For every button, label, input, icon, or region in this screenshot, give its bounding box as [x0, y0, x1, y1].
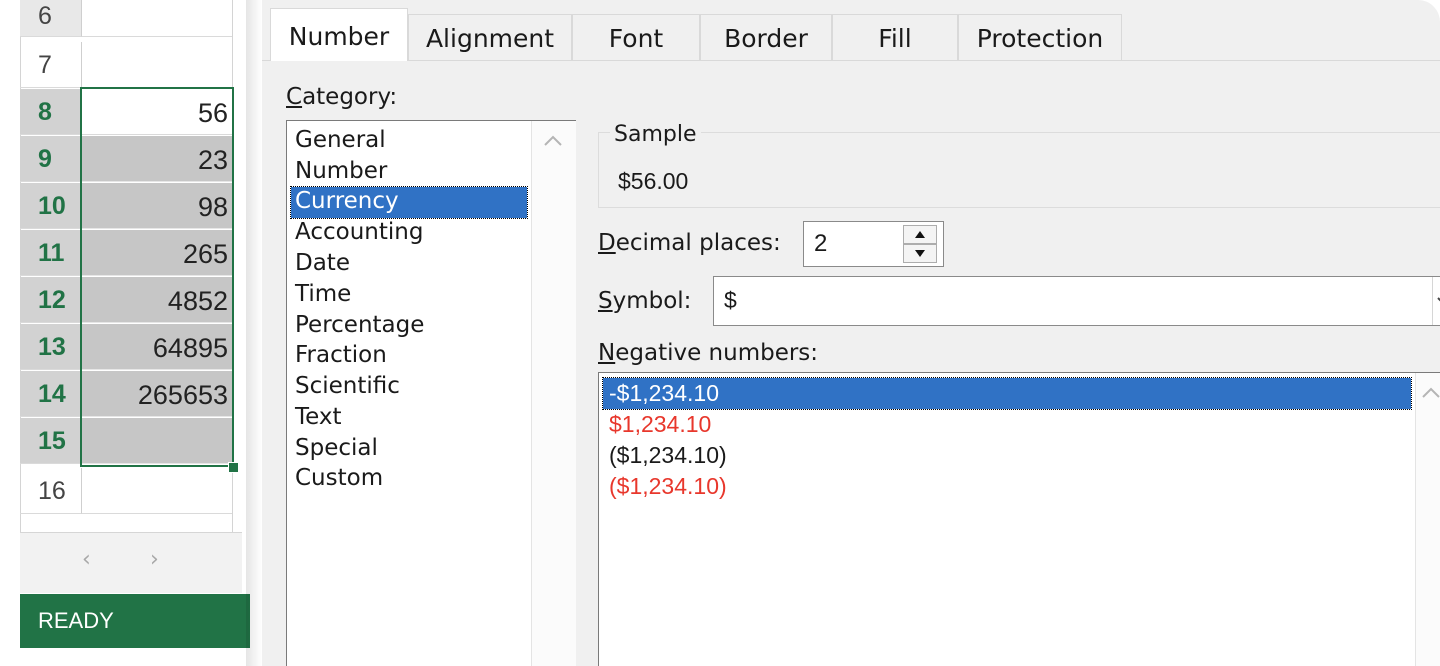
- sample-group: [598, 132, 1440, 208]
- panel-shadow: [246, 0, 262, 666]
- symbol-label: Symbol:: [598, 288, 691, 314]
- category-item-custom[interactable]: Custom: [291, 464, 527, 495]
- category-item-scientific[interactable]: Scientific: [291, 372, 527, 403]
- spin-down-icon[interactable]: [903, 244, 937, 263]
- symbol-label-text: ymbol:: [612, 288, 692, 314]
- scroll-right-icon[interactable]: ›: [150, 547, 159, 572]
- decimal-places-stepper[interactable]: 2: [803, 221, 944, 267]
- selection-border: [80, 87, 234, 467]
- spin-up-icon[interactable]: [903, 225, 937, 244]
- row-header-14[interactable]: 14: [20, 371, 82, 417]
- row-header-10[interactable]: 10: [20, 183, 82, 229]
- negative-numbers-list[interactable]: -$1,234.10 $1,234.10 ($1,234.10) ($1,234…: [598, 372, 1440, 666]
- row-header-9[interactable]: 9: [20, 136, 82, 182]
- row-header-7[interactable]: 7: [20, 42, 82, 88]
- negative-numbers-label-text: egative numbers:: [615, 340, 819, 366]
- category-item-general[interactable]: General: [291, 126, 527, 157]
- negative-numbers-label: Negative numbers:: [598, 340, 818, 366]
- sample-label: Sample: [610, 122, 701, 147]
- category-item-accounting[interactable]: Accounting: [291, 218, 527, 249]
- format-cells-dialog: Number Alignment Font Border Fill Protec…: [262, 0, 1440, 666]
- category-item-special[interactable]: Special: [291, 434, 527, 465]
- spreadsheet-panel: 6 7 8 56 9 23 10 98 11 265 12 4852 13 64…: [0, 0, 262, 666]
- tab-protection[interactable]: Protection: [958, 14, 1122, 60]
- negative-numbers-scrollbar[interactable]: [1415, 373, 1440, 666]
- category-label-accesskey: C: [286, 84, 303, 110]
- category-item-date[interactable]: Date: [291, 249, 527, 280]
- tab-border[interactable]: Border: [700, 14, 832, 60]
- category-item-percentage[interactable]: Percentage: [291, 311, 527, 342]
- decimal-places-label: Decimal places:: [598, 230, 781, 256]
- horizontal-scrollbar[interactable]: ‹ ›: [20, 532, 242, 593]
- negative-numbers-accesskey: N: [598, 340, 616, 366]
- tab-number[interactable]: Number: [270, 8, 408, 61]
- category-item-fraction[interactable]: Fraction: [291, 341, 527, 372]
- negative-format-item[interactable]: $1,234.10: [603, 409, 1411, 440]
- tab-bar: Number Alignment Font Border Fill Protec…: [262, 0, 1440, 61]
- category-label: Category:: [286, 84, 397, 110]
- negative-format-item[interactable]: -$1,234.10: [602, 377, 1412, 410]
- symbol-dropdown[interactable]: $: [713, 276, 1440, 326]
- negative-format-item[interactable]: ($1,234.10): [603, 471, 1411, 502]
- negative-format-item[interactable]: ($1,234.10): [603, 440, 1411, 471]
- symbol-accesskey: S: [598, 288, 613, 314]
- cell-row-16[interactable]: [82, 468, 232, 514]
- chevron-up-icon[interactable]: [1420, 381, 1440, 406]
- fill-handle[interactable]: [228, 462, 239, 473]
- tab-fill[interactable]: Fill: [832, 14, 958, 60]
- row-header-16[interactable]: 16: [20, 468, 82, 514]
- chevron-down-icon[interactable]: [1432, 277, 1440, 325]
- category-list[interactable]: General Number Currency Accounting Date …: [286, 120, 576, 666]
- tab-font[interactable]: Font: [572, 14, 700, 60]
- decimal-places-label-text: ecimal places:: [615, 230, 781, 256]
- status-bar-ready: READY: [20, 594, 250, 648]
- category-item-text[interactable]: Text: [291, 403, 527, 434]
- scroll-left-icon[interactable]: ‹: [82, 547, 91, 572]
- row-header-11[interactable]: 11: [20, 230, 82, 276]
- row-header-15[interactable]: 15: [20, 418, 82, 464]
- chevron-up-icon[interactable]: [542, 129, 564, 154]
- cell-row-6[interactable]: [82, 0, 232, 37]
- category-item-number[interactable]: Number: [291, 157, 527, 188]
- category-item-time[interactable]: Time: [291, 280, 527, 311]
- row-header-8[interactable]: 8: [20, 89, 82, 135]
- row-header-12[interactable]: 12: [20, 277, 82, 323]
- tab-alignment[interactable]: Alignment: [408, 14, 572, 60]
- category-scrollbar[interactable]: [531, 121, 576, 666]
- cell-row-7[interactable]: [82, 42, 232, 88]
- sample-value: $56.00: [618, 168, 689, 194]
- decimal-places-value[interactable]: 2: [814, 230, 827, 258]
- row-header-6[interactable]: 6: [20, 0, 82, 37]
- category-label-text: ategory:: [302, 84, 398, 110]
- decimal-places-accesskey: D: [598, 230, 616, 256]
- row-header-13[interactable]: 13: [20, 324, 82, 370]
- symbol-value[interactable]: $: [724, 287, 737, 314]
- category-item-currency[interactable]: Currency: [290, 186, 528, 219]
